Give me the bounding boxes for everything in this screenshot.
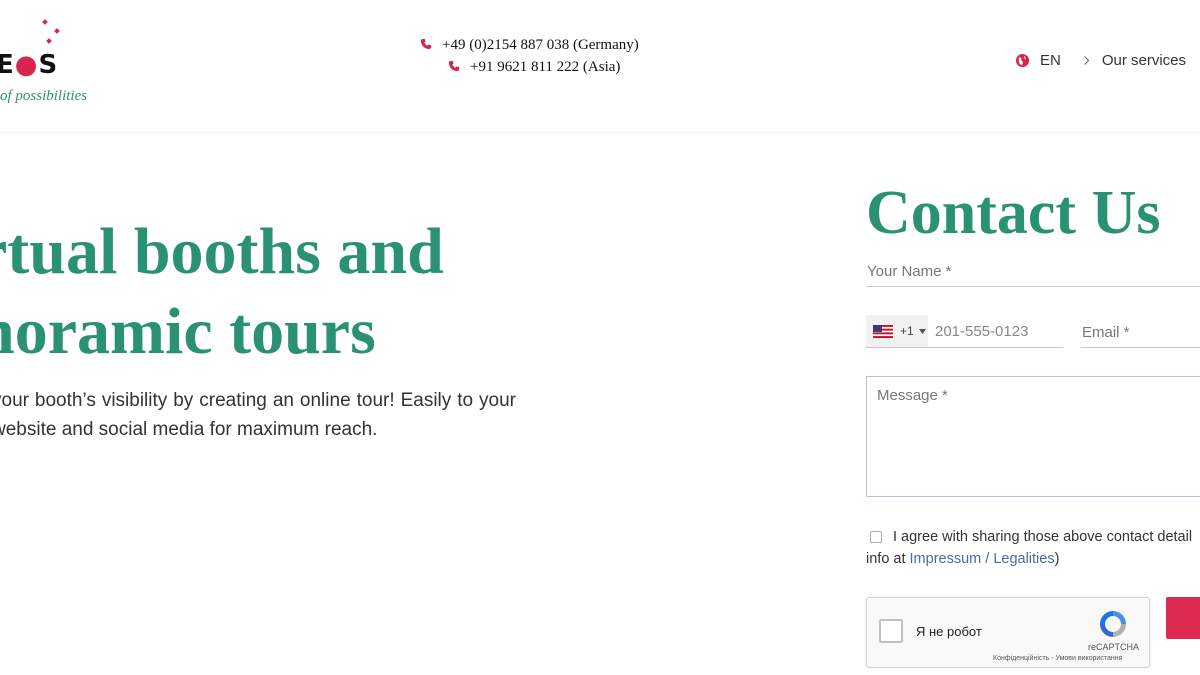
email-input[interactable] (1081, 317, 1200, 348)
hero-title-line1: rtual booths and (0, 215, 444, 288)
our-services-link[interactable]: Our services (1102, 52, 1186, 69)
phone-list: +49 (0)2154 887 038 (Germany) +91 9621 8… (420, 34, 680, 78)
logo-sparkle (46, 38, 52, 44)
contact-title: Contact Us (866, 179, 1161, 247)
phone-number: +49 (0)2154 887 038 (Germany) (442, 36, 639, 53)
globe-icon (1015, 53, 1031, 69)
language-selector[interactable]: EN (1040, 52, 1061, 69)
consent-block: I agree with sharing those above contact… (866, 526, 1200, 570)
country-code: +1 (900, 324, 914, 338)
recaptcha-checkbox[interactable] (879, 619, 903, 643)
name-input[interactable] (866, 256, 1200, 287)
consent-text-line1: I agree with sharing those above contact… (893, 529, 1193, 545)
impressum-link[interactable]: Impressum / Legalities (910, 551, 1055, 567)
top-nav: EN Our services (1015, 52, 1186, 69)
logo-sparkle (42, 19, 48, 25)
phone-input[interactable] (933, 321, 1063, 341)
phone-icon (420, 38, 434, 52)
logo-tagline: of possibilities (0, 88, 88, 104)
message-textarea[interactable] (866, 376, 1200, 497)
hero-description: your booth’s visibility by creating an o… (0, 390, 516, 440)
phone-link-asia[interactable]: +91 9621 811 222 (Asia) (420, 56, 680, 78)
recaptcha-logo-icon (1100, 611, 1126, 637)
recaptcha-label: Я не робот (916, 624, 982, 639)
hero-title: rtual booths and noramic tours (0, 212, 444, 372)
logo-sparkle (54, 28, 60, 34)
chevron-right-icon (1083, 55, 1093, 67)
us-flag-icon (873, 324, 893, 338)
recaptcha-brand: reCAPTCHA (1088, 642, 1140, 652)
submit-button[interactable] (1166, 597, 1200, 639)
caret-down-icon (918, 328, 926, 334)
consent-suffix: ) (1054, 551, 1060, 567)
recaptcha-links[interactable]: Конфіденційність - Умови використання (993, 655, 1122, 662)
phone-link-germany[interactable]: +49 (0)2154 887 038 (Germany) (420, 34, 680, 56)
logo-o-mark: ● (14, 50, 39, 80)
country-code-select[interactable]: +1 (866, 315, 928, 347)
phone-field: +1 (866, 315, 1063, 348)
logo-wordmark: E●S (0, 50, 59, 80)
phone-number: +91 9621 811 222 (Asia) (470, 58, 621, 75)
site-header: E●S of possibilities +49 (0)2154 887 038… (0, 0, 1200, 133)
consent-checkbox[interactable] (870, 531, 882, 543)
hero-title-line2: noramic tours (0, 295, 376, 368)
consent-text-line2: info at Impressum / Legalities) (866, 548, 1200, 570)
site-logo[interactable]: E●S of possibilities (0, 18, 110, 113)
phone-icon (448, 60, 462, 74)
consent-prefix: info at (866, 551, 910, 567)
recaptcha-widget: Я не робот reCAPTCHA Конфіденційність - … (866, 597, 1150, 668)
